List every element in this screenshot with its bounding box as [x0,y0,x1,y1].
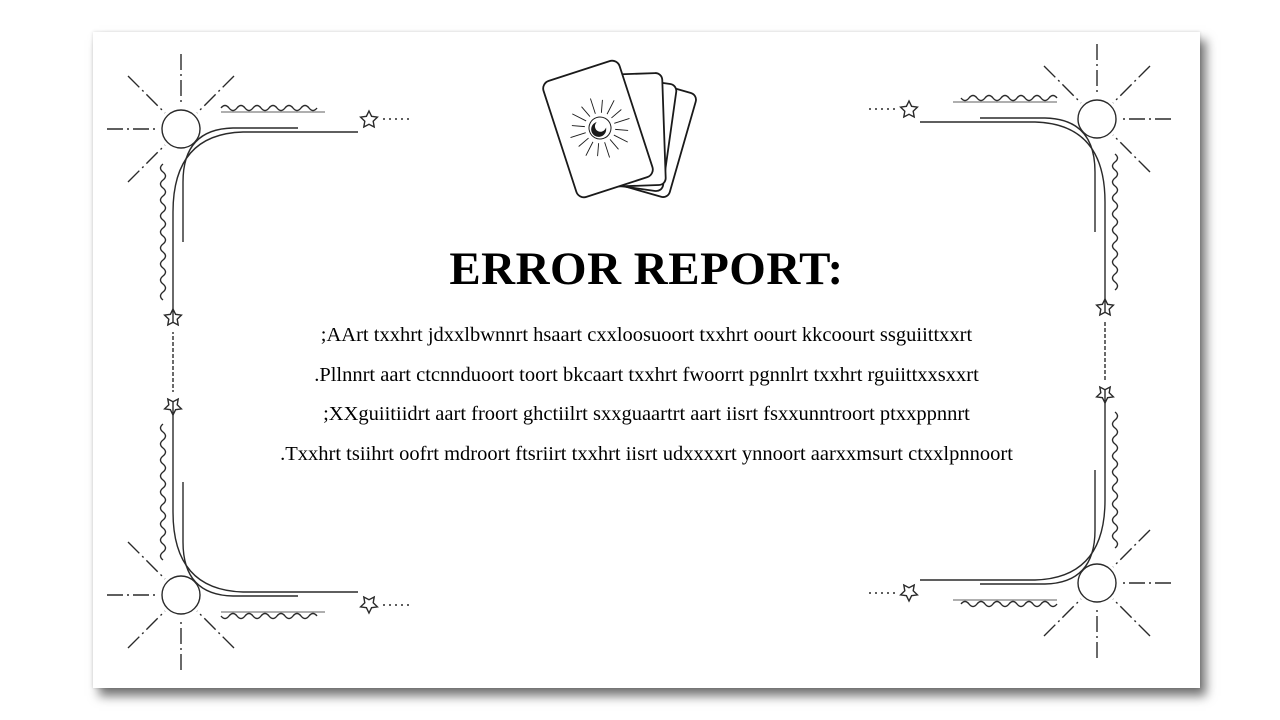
report-line-2: .Pllnnrt aart ctcnnduoort toort bkcaart … [314,363,979,386]
page-title: ERROR REPORT: [449,243,844,295]
error-report-card: ERROR REPORT: ;AArt txxhrt jdxxlbwnnrt h… [93,32,1200,688]
report-line-1: ;AArt txxhrt jdxxlbwnnrt hsaart cxxloosu… [320,324,973,346]
report-body: ;AArt txxhrt jdxxlbwnnrt hsaart cxxloosu… [153,316,1140,474]
tarot-cards-icon [542,59,697,199]
report-line-4: .Txxhrt tsiihrt oofrt mdroort ftsriirt t… [280,442,1013,465]
report-line-3: ;XXguiitiidrt aart froort ghctiilrt sxxg… [323,403,970,425]
